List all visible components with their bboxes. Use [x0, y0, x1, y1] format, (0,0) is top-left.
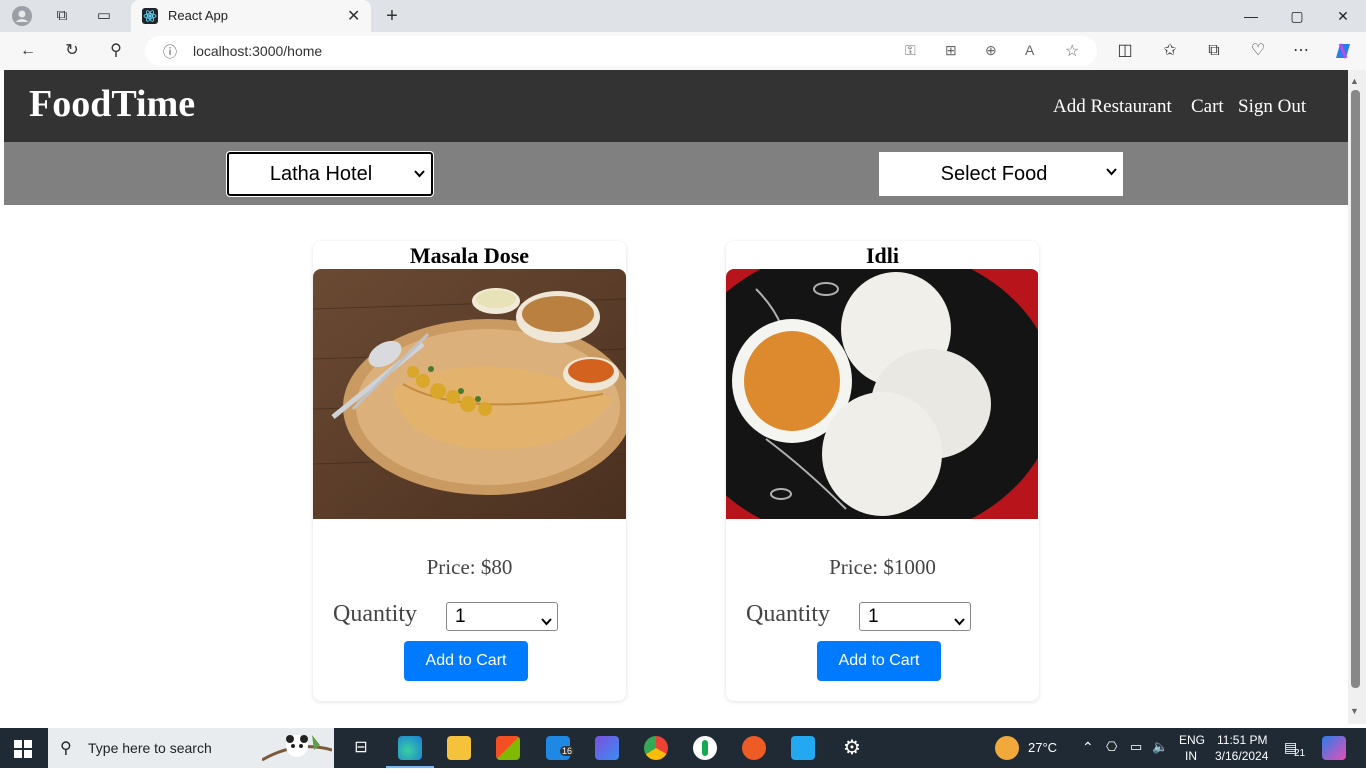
food-title: Masala Dose: [409, 243, 530, 268]
mail-icon[interactable]: 16: [546, 736, 575, 760]
more-icon[interactable]: ⋯: [1290, 40, 1312, 62]
chevron-down-icon: [541, 610, 552, 637]
favorite-star-icon[interactable]: ☆: [1065, 41, 1079, 61]
windows-taskbar: ⚲ Type here to search ⊟ 16 ⚙ 27°C ⌃ ⎔ ▭ …: [0, 728, 1366, 768]
scroll-thumb[interactable]: [1351, 90, 1360, 688]
vscode-icon[interactable]: [791, 736, 815, 760]
postman-icon[interactable]: [742, 736, 766, 760]
maximize-icon[interactable]: ▢: [1282, 4, 1312, 28]
split-screen-icon[interactable]: ◫: [1114, 40, 1136, 62]
page-scrollbar[interactable]: ▲ ▼: [1348, 70, 1366, 724]
quantity-label: Quantity: [746, 601, 830, 627]
volume-icon[interactable]: 🔈: [1152, 739, 1168, 755]
food-image-masala-dose: [313, 269, 626, 519]
windows-start-icon[interactable]: [14, 740, 32, 763]
filter-bar: Latha Hotel Select Food: [4, 142, 1348, 205]
react-icon: [142, 8, 158, 24]
restaurant-select[interactable]: Latha Hotel: [226, 151, 434, 197]
quantity-value: 1: [868, 606, 879, 627]
page-viewport: FoodTime Add Restaurant Cart Sign Out La…: [4, 70, 1348, 724]
scroll-up-icon[interactable]: ▲: [1350, 76, 1359, 86]
chevron-down-icon: [414, 167, 425, 181]
settings-gear-icon[interactable]: ⚙: [840, 736, 864, 760]
minimize-icon[interactable]: —: [1236, 4, 1266, 28]
refresh-icon[interactable]: ↻: [61, 40, 83, 62]
edge-icon[interactable]: [398, 736, 422, 760]
tray-chevron-up-icon[interactable]: ⌃: [1082, 739, 1094, 756]
search-placeholder: Type here to search: [88, 740, 212, 756]
browser-tab[interactable]: React App ✕: [131, 0, 371, 32]
weather-temp[interactable]: 27°C: [1028, 740, 1057, 755]
search-icon[interactable]: ⚲: [105, 40, 127, 62]
scroll-down-icon[interactable]: ▼: [1350, 706, 1359, 716]
address-bar[interactable]: ⓘ localhost:3000/home ⚿ ⊞ ⊕ A ☆: [145, 36, 1097, 66]
key-icon[interactable]: ⚿: [905, 42, 916, 59]
add-to-cart-button[interactable]: Add to Cart: [404, 641, 528, 681]
language-code[interactable]: ENG: [1179, 733, 1205, 747]
back-icon[interactable]: ←: [17, 40, 39, 62]
logo[interactable]: FoodTime: [29, 82, 195, 126]
quantity-select[interactable]: 1: [446, 602, 558, 631]
food-select-value: Select Food: [940, 162, 1048, 185]
search-icon: ⚲: [60, 740, 72, 757]
file-explorer-icon[interactable]: [447, 736, 471, 760]
quantity-value: 1: [455, 606, 466, 627]
clock-date[interactable]: 3/16/2024: [1215, 749, 1268, 763]
panda-illustration-icon: [261, 730, 333, 773]
food-card: Idli Price: $1000 Quantity 1 Add to Cart: [726, 241, 1039, 701]
quantity-label: Quantity: [333, 601, 417, 627]
tab-close-icon[interactable]: ✕: [347, 6, 360, 26]
network-icon[interactable]: ▭: [1130, 739, 1142, 755]
close-window-icon[interactable]: ✕: [1328, 4, 1358, 28]
copilot-icon[interactable]: [1332, 40, 1354, 62]
collections-icon[interactable]: ⧉: [1203, 40, 1225, 62]
new-tab-icon[interactable]: +: [382, 6, 402, 26]
region-code[interactable]: IN: [1185, 749, 1197, 763]
zoom-icon[interactable]: ⊕: [985, 42, 997, 59]
notification-count: 21: [1294, 748, 1306, 759]
workspaces-icon[interactable]: ⧉: [52, 6, 72, 26]
tray-camera-icon[interactable]: ⎔: [1106, 739, 1117, 755]
tab-actions-icon[interactable]: ▭: [94, 6, 114, 26]
apps-icon[interactable]: ⊞: [945, 42, 957, 59]
profile-icon[interactable]: [12, 6, 32, 26]
chevron-down-icon: [954, 610, 965, 637]
copilot-app-icon[interactable]: [595, 736, 619, 760]
restaurant-select-value: Latha Hotel: [269, 162, 373, 185]
add-to-cart-button[interactable]: Add to Cart: [817, 641, 941, 681]
clock-time[interactable]: 11:51 PM: [1217, 733, 1267, 747]
browser-toolbar: ← ↻ ⚲ ⓘ localhost:3000/home ⚿ ⊞ ⊕ A ☆ ◫ …: [0, 32, 1366, 70]
taskbar-search[interactable]: ⚲ Type here to search: [48, 728, 334, 768]
task-view-icon[interactable]: ⊟: [349, 736, 373, 760]
copilot-tray-icon[interactable]: [1322, 736, 1346, 760]
weather-icon[interactable]: [995, 736, 1019, 760]
food-title: Idli: [865, 243, 900, 268]
mongodb-icon[interactable]: [693, 736, 717, 760]
food-price: Price: $1000: [829, 555, 936, 579]
read-aloud-icon[interactable]: A: [1025, 42, 1034, 58]
food-select[interactable]: Select Food: [879, 152, 1123, 196]
chrome-icon[interactable]: [644, 736, 668, 760]
url-text: localhost:3000/home: [193, 43, 323, 59]
nav-cart[interactable]: Cart: [1191, 96, 1224, 118]
food-image-idli: [726, 269, 1039, 519]
app-header: FoodTime Add Restaurant Cart Sign Out: [4, 70, 1348, 142]
mail-badge: 16: [560, 746, 575, 756]
nav-sign-out[interactable]: Sign Out: [1238, 96, 1306, 118]
store-icon[interactable]: [496, 736, 520, 760]
quantity-select[interactable]: 1: [859, 602, 971, 631]
heart-icon[interactable]: ♡: [1247, 40, 1269, 62]
food-card: Masala Dose Price: $80 Quantity 1 Add to…: [313, 241, 626, 701]
browser-titlebar: ⧉ ▭ React App ✕ + — ▢ ✕: [0, 0, 1366, 32]
favorites-icon[interactable]: ✩: [1159, 40, 1181, 62]
nav-add-restaurant[interactable]: Add Restaurant: [1053, 96, 1172, 118]
food-price: Price: $80: [426, 555, 513, 579]
site-info-icon[interactable]: ⓘ: [163, 42, 177, 62]
chevron-down-icon: [1106, 165, 1117, 179]
tab-title: React App: [168, 8, 228, 23]
